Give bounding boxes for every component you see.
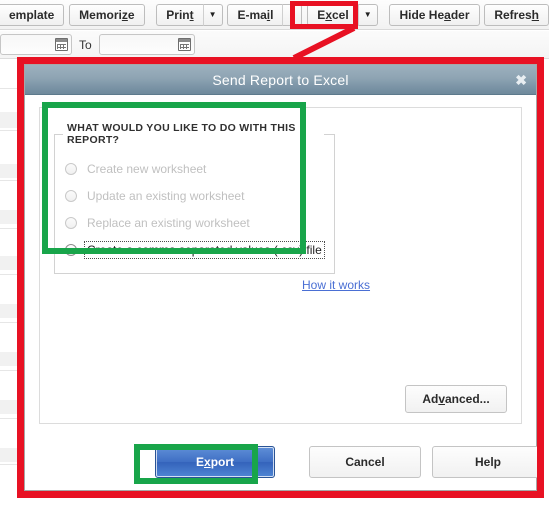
email-arrow-glyph: ▼ (288, 10, 297, 19)
radio-option-replace-existing-worksheet[interactable]: Replace an existing worksheet (65, 212, 324, 234)
excel-arrow-glyph: ▼ (363, 10, 372, 19)
print-accel: t (189, 7, 194, 22)
hideheader-accel: a (444, 7, 451, 22)
toolbar-button-template-label: emplate (9, 7, 55, 22)
export-accel: x (204, 455, 211, 469)
refresh-prefix: Refres (494, 7, 532, 22)
radio-option-create-new-worksheet[interactable]: Create new worksheet (65, 158, 324, 180)
help-button[interactable]: Help (432, 446, 544, 478)
toolbar-button-print[interactable]: Prin t (156, 3, 204, 26)
cancel-button[interactable]: Cancel (309, 446, 421, 478)
email-dropdown-arrow-icon[interactable]: ▼ (283, 3, 303, 26)
report-toolbar: emplate Memori z e Prin t ▼ E-ma i l ▼ E… (0, 0, 549, 30)
toolbar-button-excel[interactable]: Ex cel (307, 3, 359, 26)
excel-accel: x (325, 7, 332, 22)
dialog-body: WHAT WOULD YOU LIKE TO DO WITH THIS REPO… (25, 95, 544, 490)
toolbar-button-hide-header[interactable]: Hide He a der (389, 3, 480, 26)
print-dropdown-arrow-icon[interactable]: ▼ (203, 3, 223, 26)
print-arrow-glyph: ▼ (208, 10, 217, 19)
toolbar-button-template[interactable]: emplate (0, 3, 65, 26)
radio-option-update-existing-worksheet[interactable]: Update an existing worksheet (65, 185, 324, 207)
date-to-field[interactable] (98, 34, 195, 55)
export-prefix: E (195, 455, 204, 469)
toolbar-split-excel: Ex cel ▼ (307, 3, 378, 26)
radio-label: Replace an existing worksheet (87, 216, 250, 230)
close-icon[interactable]: ✖ (515, 73, 527, 87)
export-suffix: port (210, 455, 235, 469)
toolbar-button-email[interactable]: E-ma i l (227, 3, 284, 26)
advanced-accel: v (438, 392, 445, 406)
send-report-to-excel-dialog: Send Report to Excel ✖ WHAT WOULD YOU LI… (24, 64, 544, 491)
excel-dropdown-arrow-icon[interactable]: ▼ (358, 3, 378, 26)
hideheader-prefix: Hide He (399, 7, 445, 22)
dialog-footer: Ex port Cancel Help (39, 434, 544, 490)
screen-root: emplate Memori z e Prin t ▼ E-ma i l ▼ E… (0, 0, 549, 506)
radio-icon (65, 190, 77, 202)
groupbox-legend: WHAT WOULD YOU LIKE TO DO WITH THIS REPO… (67, 122, 296, 146)
email-prefix: E-ma (237, 7, 267, 22)
radio-label: Create new worksheet (87, 162, 207, 176)
export-button[interactable]: Ex port (155, 446, 275, 478)
refresh-accel: h (531, 7, 540, 22)
dialog-title-bar: Send Report to Excel ✖ (25, 65, 536, 95)
excel-prefix: E (317, 7, 326, 22)
excel-suffix: cel (332, 7, 349, 22)
memorize-suffix: e (127, 7, 135, 22)
how-it-works-link[interactable]: How it works (302, 278, 370, 292)
advanced-suffix: anced... (445, 392, 490, 406)
toolbar-split-print: Prin t ▼ (156, 3, 223, 26)
hideheader-suffix: der (450, 7, 470, 22)
date-from-field[interactable] (0, 34, 72, 55)
toolbar-button-memorize[interactable]: Memori z e (69, 3, 145, 26)
toolbar-split-email: E-ma i l ▼ (227, 3, 303, 26)
email-suffix: l (270, 7, 274, 22)
radio-label: Create a comma separated values (.csv) f… (84, 241, 325, 259)
dialog-title: Send Report to Excel (212, 71, 349, 88)
print-prefix: Prin (166, 7, 190, 22)
radio-icon (65, 244, 77, 256)
advanced-prefix: Ad (422, 392, 439, 406)
calendar-icon[interactable] (55, 38, 68, 51)
memorize-prefix: Memori (79, 7, 122, 22)
calendar-icon[interactable] (177, 38, 191, 51)
radio-icon (65, 217, 77, 229)
toolbar-button-refresh[interactable]: Refres h (484, 3, 549, 26)
radio-label: Update an existing worksheet (87, 189, 245, 203)
dialog-content-panel: WHAT WOULD YOU LIKE TO DO WITH THIS REPO… (39, 107, 522, 424)
date-range-row: To (0, 31, 549, 59)
radio-option-create-csv-file[interactable]: Create a comma separated values (.csv) f… (65, 239, 325, 261)
report-options-groupbox: WHAT WOULD YOU LIKE TO DO WITH THIS REPO… (54, 122, 335, 274)
advanced-button-wrap: Ad v anced... (405, 385, 507, 413)
radio-icon (65, 163, 77, 175)
advanced-button[interactable]: Ad v anced... (405, 385, 507, 413)
date-to-label: To (79, 37, 92, 52)
